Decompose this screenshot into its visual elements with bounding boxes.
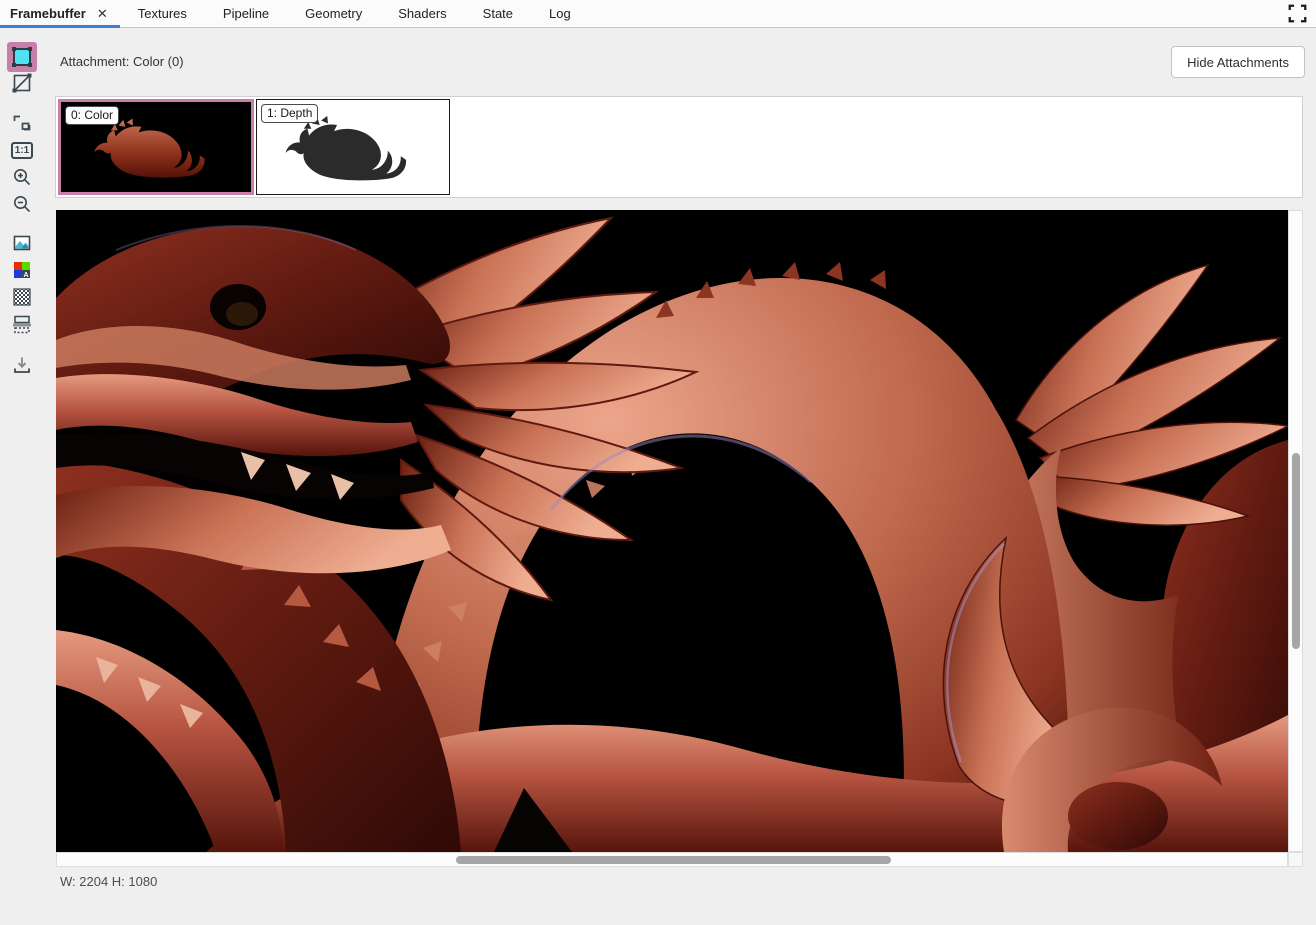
zoom-in-icon[interactable] <box>11 166 33 188</box>
framebuffer-image[interactable] <box>56 210 1288 852</box>
color-buffer-icon[interactable] <box>7 42 37 72</box>
dragon-render <box>56 210 1288 852</box>
zoom-out-icon[interactable] <box>11 193 33 215</box>
close-tab-icon[interactable]: ✕ <box>95 6 110 22</box>
depth-buffer-icon[interactable] <box>11 72 33 94</box>
tab-shaders[interactable]: Shaders <box>380 0 464 27</box>
checkerboard-background-icon[interactable] <box>11 286 33 308</box>
tab-framebuffer[interactable]: Framebuffer ✕ <box>0 0 120 27</box>
zoom-to-fit-icon[interactable] <box>11 112 33 134</box>
image-dimensions-status: W: 2204 H: 1080 <box>60 874 157 889</box>
viewer-toolbar: 1:1 <box>0 29 45 925</box>
attachment-thumbnail-depth[interactable]: 1: Depth <box>256 99 450 195</box>
attachments-strip: 0: Color 1: Depth <box>55 96 1303 198</box>
tab-geometry[interactable]: Geometry <box>287 0 380 27</box>
framebuffer-debugger-window: Framebuffer ✕ Textures Pipeline Geometry… <box>0 0 1316 925</box>
tabbar-spacer <box>589 0 1279 27</box>
svg-text:A: A <box>23 272 28 279</box>
original-size-icon[interactable]: 1:1 <box>11 139 33 161</box>
tab-pipeline[interactable]: Pipeline <box>205 0 287 27</box>
hide-attachments-button[interactable]: Hide Attachments <box>1171 46 1305 78</box>
horizontal-scrollbar[interactable] <box>56 852 1288 867</box>
histogram-icon[interactable] <box>11 232 33 254</box>
tab-state[interactable]: State <box>465 0 531 27</box>
attachment-depth-label: 1: Depth <box>261 104 318 123</box>
attachment-thumbnail-color[interactable]: 0: Color <box>58 99 254 195</box>
horizontal-scrollbar-thumb[interactable] <box>456 856 891 864</box>
vertical-scrollbar-thumb[interactable] <box>1292 453 1300 649</box>
color-channels-icon[interactable]: A <box>11 259 33 281</box>
scrollbar-corner <box>1288 852 1303 867</box>
tab-log[interactable]: Log <box>531 0 589 27</box>
tab-framebuffer-label: Framebuffer <box>10 6 86 21</box>
vertical-scrollbar[interactable] <box>1288 210 1303 852</box>
flip-vertically-icon[interactable] <box>11 313 33 335</box>
save-image-icon[interactable] <box>11 354 33 376</box>
attachment-label: Attachment: Color (0) <box>60 54 184 69</box>
tab-bar: Framebuffer ✕ Textures Pipeline Geometry… <box>0 0 1316 28</box>
attachment-color-label: 0: Color <box>65 106 119 125</box>
fullscreen-icon[interactable] <box>1279 0 1316 27</box>
tab-textures[interactable]: Textures <box>120 0 205 27</box>
